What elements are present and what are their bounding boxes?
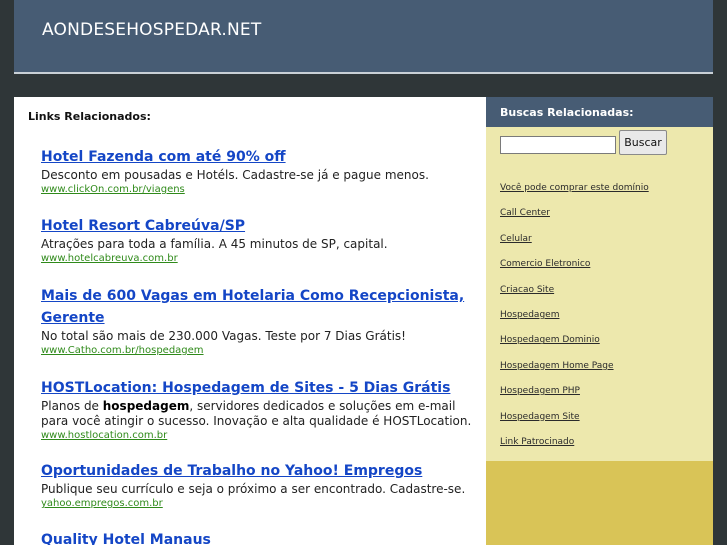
related-searches-heading: Buscas Relacionadas: — [500, 106, 634, 119]
ad-item: Oportunidades de Trabalho no Yahoo! Empr… — [41, 460, 481, 510]
ad-title-link[interactable]: Oportunidades de Trabalho no Yahoo! Empr… — [41, 460, 481, 482]
ad-title-link[interactable]: Hotel Fazenda com até 90% off — [41, 146, 481, 168]
ad-description: Publique seu currículo e seja o próximo … — [41, 482, 466, 496]
ad-title-link[interactable]: Mais de 600 Vagas em Hotelaria Como Rece… — [41, 285, 481, 329]
ad-url-link[interactable]: www.clickOn.com.br/viagens — [41, 183, 481, 196]
ad-description: Planos de hospedagem, servidores dedicad… — [41, 399, 481, 429]
site-header: AONDESEHOSPEDAR.NET — [14, 0, 713, 73]
related-searches-list: Você pode comprar este domínio Call Cent… — [500, 175, 700, 454]
related-search-item: Hospedagem Site — [500, 404, 700, 429]
ad-url-link[interactable]: www.hotelcabreuva.com.br — [41, 252, 481, 265]
related-search-item: Link Patrocinado — [500, 429, 700, 454]
related-searches-panel: Buscas Relacionadas: Buscar Você pode co… — [486, 97, 713, 545]
ad-url-link[interactable]: yahoo.empregos.com.br — [41, 497, 481, 510]
related-search-item: Hospedagem Home Page — [500, 353, 700, 378]
ad-item: Hotel Fazenda com até 90% off Desconto e… — [41, 146, 481, 196]
ad-description: Atrações para toda a família. A 45 minut… — [41, 237, 388, 251]
related-search-link[interactable]: Hospedagem Site — [500, 412, 580, 422]
related-links-heading: Links Relacionados: — [28, 110, 151, 123]
ad-description-keyword: hospedagem — [102, 399, 190, 413]
ad-item: Mais de 600 Vagas em Hotelaria Como Rece… — [41, 285, 481, 357]
related-search-item: Call Center — [500, 200, 700, 225]
search-input[interactable] — [500, 136, 616, 154]
related-search-link[interactable]: Hospedagem PHP — [500, 386, 580, 396]
related-search-link[interactable]: Criacao Site — [500, 285, 554, 295]
related-search-item: Hospedagem Dominio — [500, 327, 700, 352]
related-search-link[interactable]: Comercio Eletronico — [500, 259, 590, 269]
related-links-panel: Links Relacionados: Hotel Fazenda com at… — [14, 97, 486, 545]
ad-item: Hotel Resort Cabreúva/SP Atrações para t… — [41, 215, 481, 265]
ad-item: HOSTLocation: Hospedagem de Sites - 5 Di… — [41, 377, 481, 442]
ad-title-link[interactable]: HOSTLocation: Hospedagem de Sites - 5 Di… — [41, 377, 481, 399]
related-search-item: Hospedagem PHP — [500, 378, 700, 403]
ad-url-link[interactable]: www.hostlocation.com.br — [41, 429, 481, 442]
related-search-item: Criacao Site — [500, 277, 700, 302]
related-search-link[interactable]: Hospedagem — [500, 310, 559, 320]
related-search-link[interactable]: Você pode comprar este domínio — [500, 183, 649, 193]
related-search-link[interactable]: Hospedagem Dominio — [500, 335, 600, 345]
ad-title-link[interactable]: Quality Hotel Manaus — [41, 529, 481, 545]
related-search-link[interactable]: Call Center — [500, 208, 550, 218]
site-title: AONDESEHOSPEDAR.NET — [42, 20, 262, 40]
ad-description-text: Planos de — [41, 399, 103, 413]
ad-title-link[interactable]: Hotel Resort Cabreúva/SP — [41, 215, 481, 237]
ad-description: No total são mais de 230.000 Vagas. Test… — [41, 329, 406, 343]
related-search-item: Hospedagem — [500, 302, 700, 327]
related-search-link[interactable]: Link Patrocinado — [500, 437, 574, 447]
related-search-item: Você pode comprar este domínio — [500, 175, 700, 200]
related-search-link[interactable]: Celular — [500, 234, 532, 244]
related-searches-header: Buscas Relacionadas: — [486, 97, 713, 127]
ad-item: Quality Hotel Manaus — [41, 529, 481, 545]
related-search-item: Comercio Eletronico — [500, 251, 700, 276]
related-search-link[interactable]: Hospedagem Home Page — [500, 361, 614, 371]
header-divider — [14, 72, 713, 74]
ad-description: Desconto em pousadas e Hotéls. Cadastre-… — [41, 168, 429, 182]
ad-url-link[interactable]: www.Catho.com.br/hospedagem — [41, 344, 481, 357]
search-button[interactable]: Buscar — [619, 130, 667, 155]
related-search-item: Celular — [500, 226, 700, 251]
